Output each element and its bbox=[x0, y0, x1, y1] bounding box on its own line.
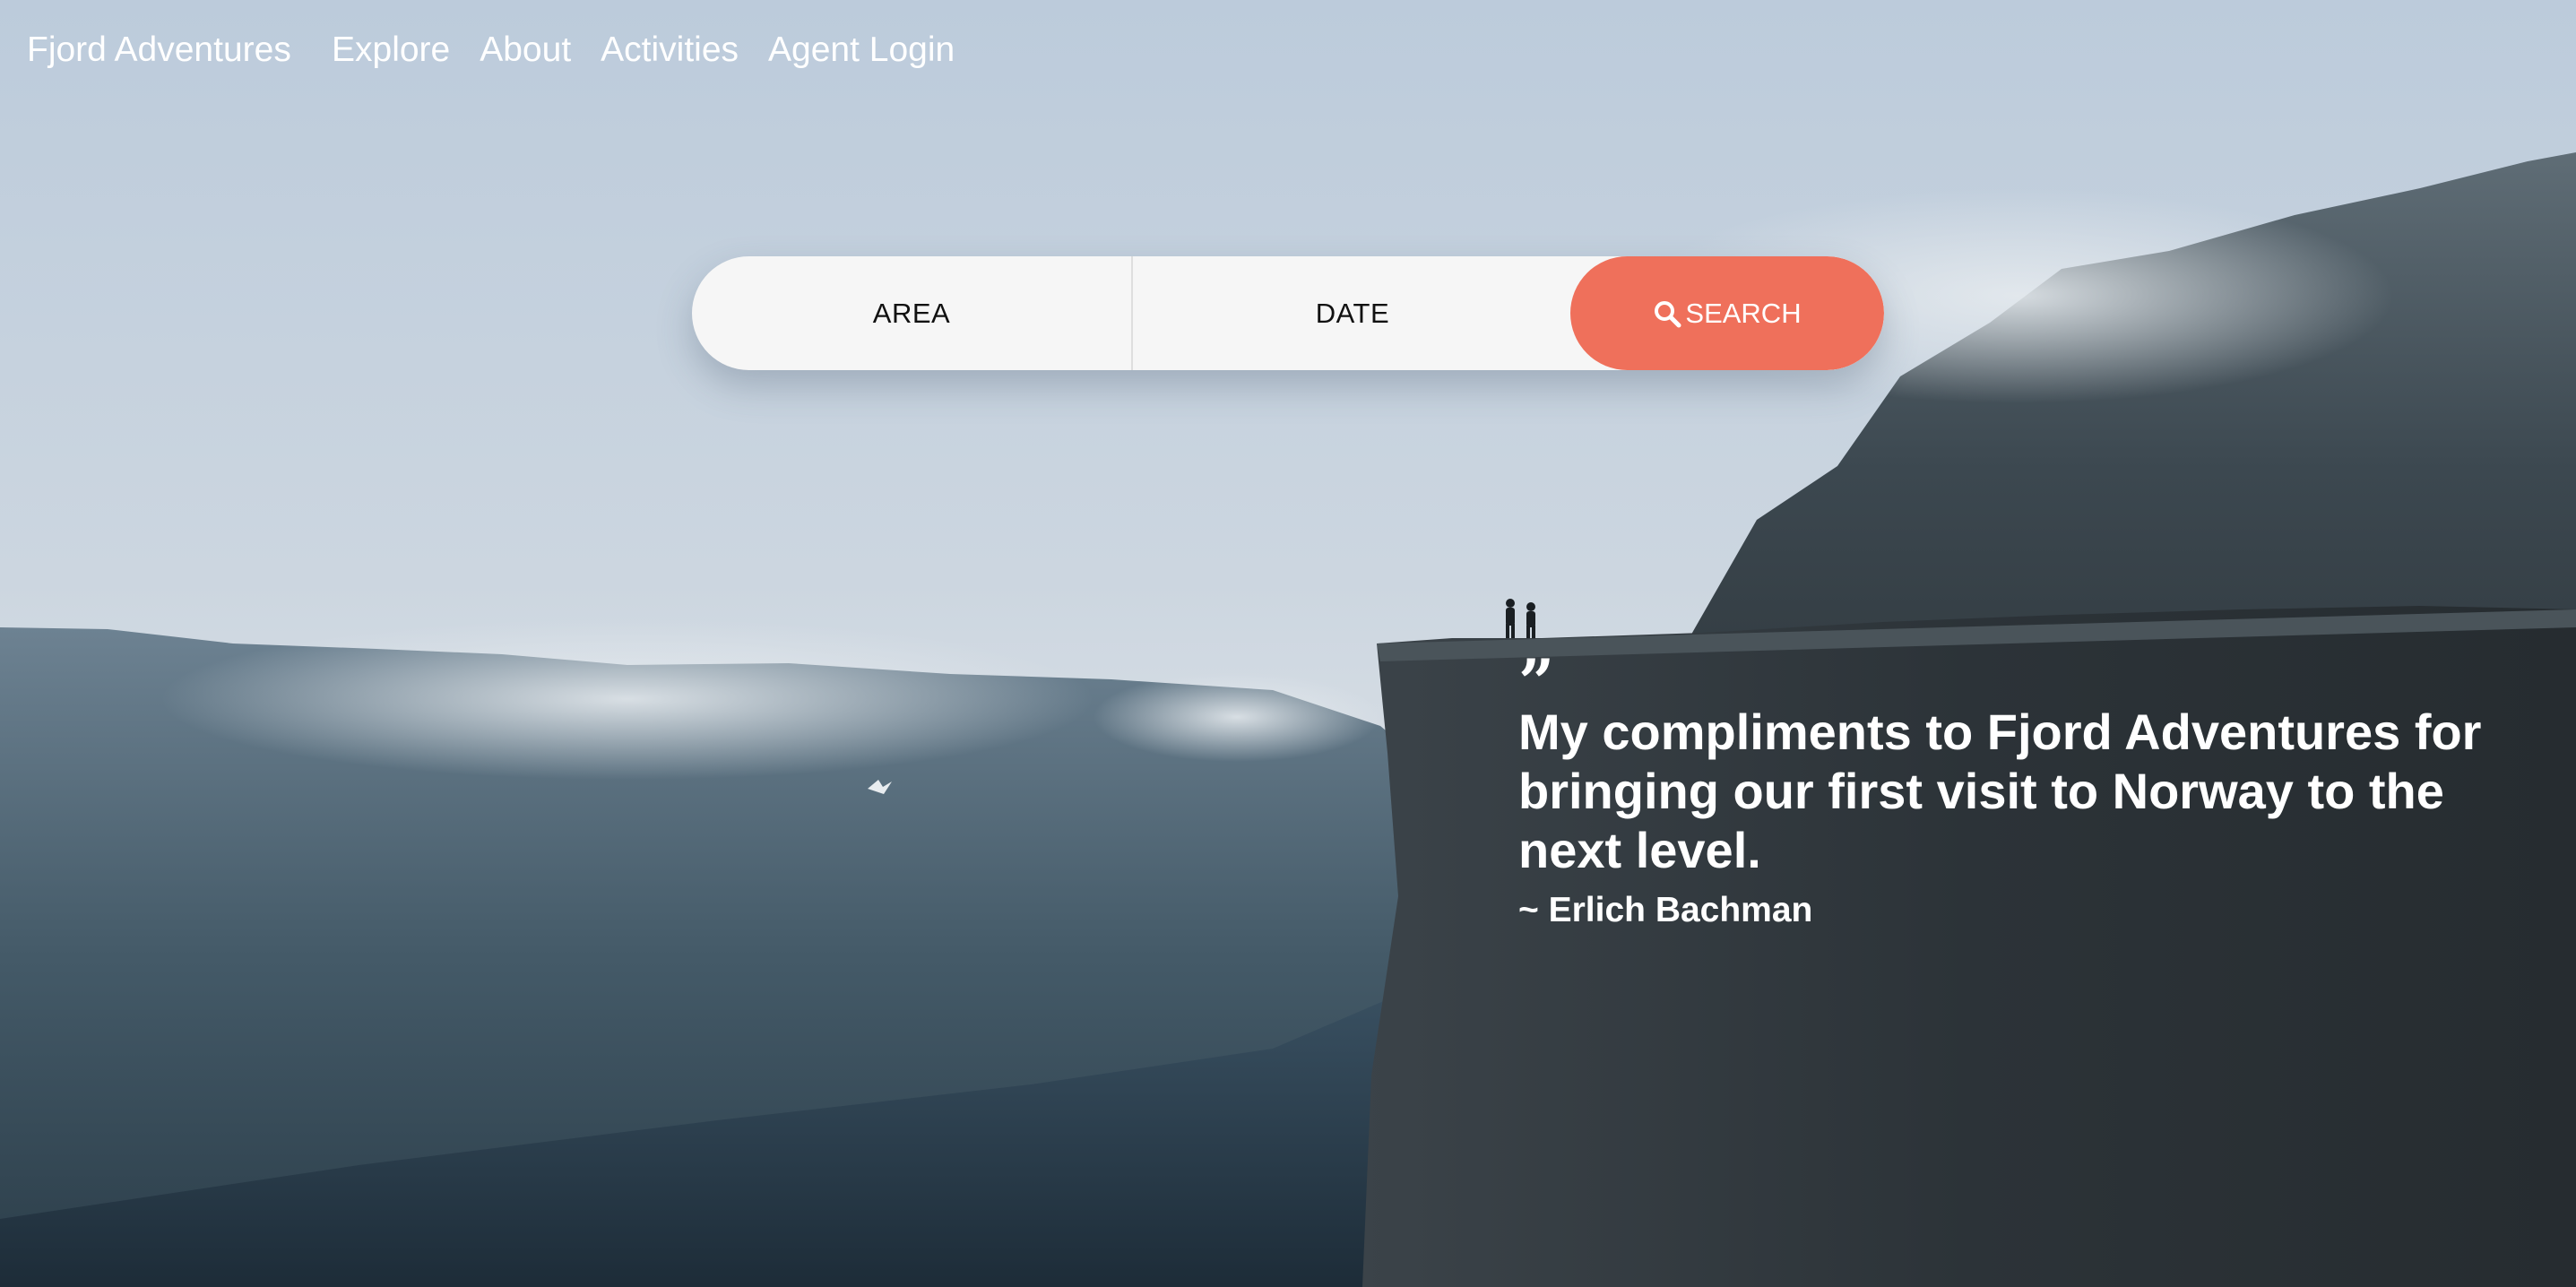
hero-background bbox=[0, 0, 2576, 1287]
testimonial: ” My compliments to Fjord Adventures for… bbox=[1518, 645, 2513, 930]
testimonial-author: ~ Erlich Bachman bbox=[1518, 891, 1813, 929]
nav-link-about[interactable]: About bbox=[480, 30, 571, 70]
search-button-label: SEARCH bbox=[1685, 297, 1802, 329]
date-field[interactable]: DATE bbox=[1133, 256, 1572, 370]
brand-logo-text[interactable]: Fjord Adventures bbox=[27, 30, 291, 70]
area-field[interactable]: AREA bbox=[692, 256, 1131, 370]
search-icon bbox=[1655, 300, 1681, 327]
search-button[interactable]: SEARCH bbox=[1570, 256, 1884, 370]
search-bar: AREA DATE SEARCH bbox=[692, 256, 1884, 370]
nav-links: Explore About Activities Agent Login bbox=[332, 30, 984, 70]
testimonial-quote: My compliments to Fjord Adventures for b… bbox=[1518, 704, 2482, 878]
nav-link-activities[interactable]: Activities bbox=[601, 30, 739, 70]
nav-link-explore[interactable]: Explore bbox=[332, 30, 450, 70]
quote-mark-icon: ” bbox=[1518, 645, 1555, 720]
nav-link-agent-login[interactable]: Agent Login bbox=[768, 30, 955, 70]
